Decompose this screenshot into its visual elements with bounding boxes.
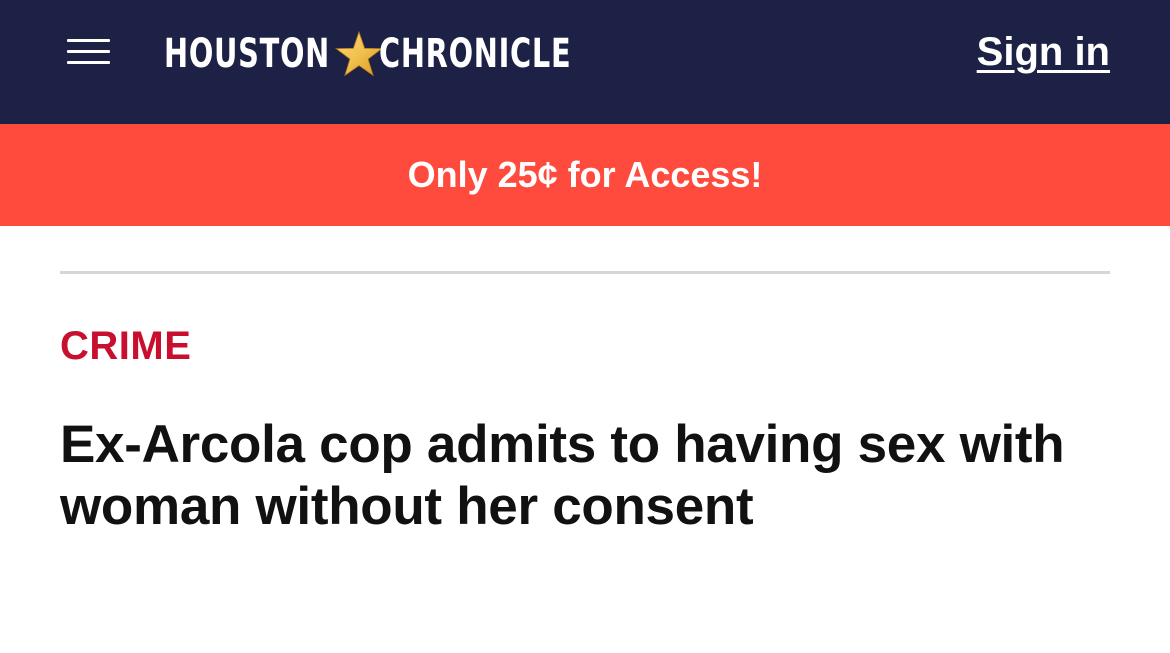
sign-in-link[interactable]: Sign in xyxy=(977,30,1110,75)
site-logo[interactable]: HOUSTON CHRONICLE xyxy=(164,28,646,80)
section-label[interactable]: CRIME xyxy=(60,324,191,369)
site-header: HOUSTON CHRONICLE Sign in xyxy=(0,0,1170,124)
divider xyxy=(60,271,1110,274)
promo-text: Only 25¢ for Access! xyxy=(407,154,763,195)
logo-word-houston: HOUSTON xyxy=(164,31,330,77)
menu-button[interactable] xyxy=(60,33,116,73)
article-headline: Ex-Arcola cop admits to having sex with … xyxy=(60,415,1065,536)
logo-word-chronicle: CHRONICLE xyxy=(378,31,571,77)
promo-banner[interactable]: Only 25¢ for Access! xyxy=(0,124,1170,226)
star-icon xyxy=(334,30,383,77)
